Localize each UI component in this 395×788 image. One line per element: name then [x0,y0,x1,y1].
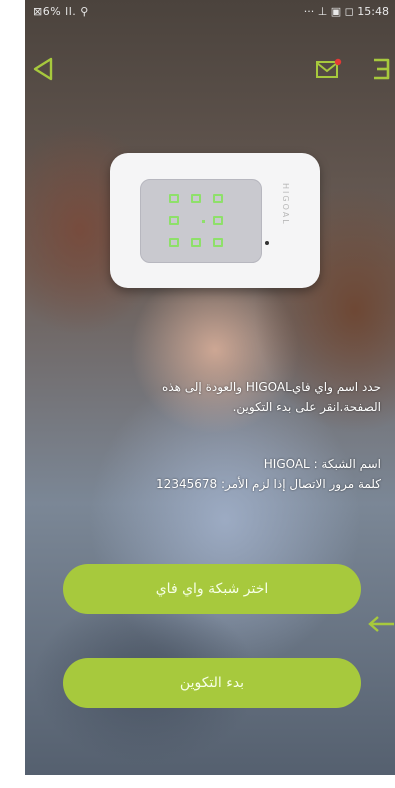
choose-wifi-button[interactable]: اختر شبكة واي فاي [63,564,361,614]
mail-icon[interactable] [315,58,343,80]
instruction-line-1: حدد اسم واي فاي‪HIGOAL‬ والعودة إلى هذه [162,380,381,394]
led-grid [169,194,239,252]
router-device-image: HIGOAL [110,153,320,288]
network-name: اسم الشبكة : HIGOAL [263,457,381,471]
menu-icon[interactable] [368,55,394,83]
device-brand-label: HIGOAL [281,183,290,226]
network-password: كلمة مرور الاتصال إذا لزم الأمر: 1234567… [156,477,381,491]
back-triangle-icon[interactable] [31,56,55,82]
start-config-button[interactable]: بدء التكوين [63,658,361,708]
app-screen: ⊠6% ⅼⅼ. ⚲ ··· ⊥ ▣ ◻ 15:48 HIGOAL حدد اسم… [25,0,395,775]
status-led [265,241,269,245]
status-left: ⊠6% ⅼⅼ. ⚲ [33,5,89,18]
status-bar: ⊠6% ⅼⅼ. ⚲ ··· ⊥ ▣ ◻ 15:48 [25,0,395,24]
arrow-left-icon [367,614,395,634]
device-panel [140,179,262,263]
instruction-line-2: الصفحة.انقر على بدء التكوين. [232,400,381,414]
status-right: ··· ⊥ ▣ ◻ 15:48 [303,5,389,18]
